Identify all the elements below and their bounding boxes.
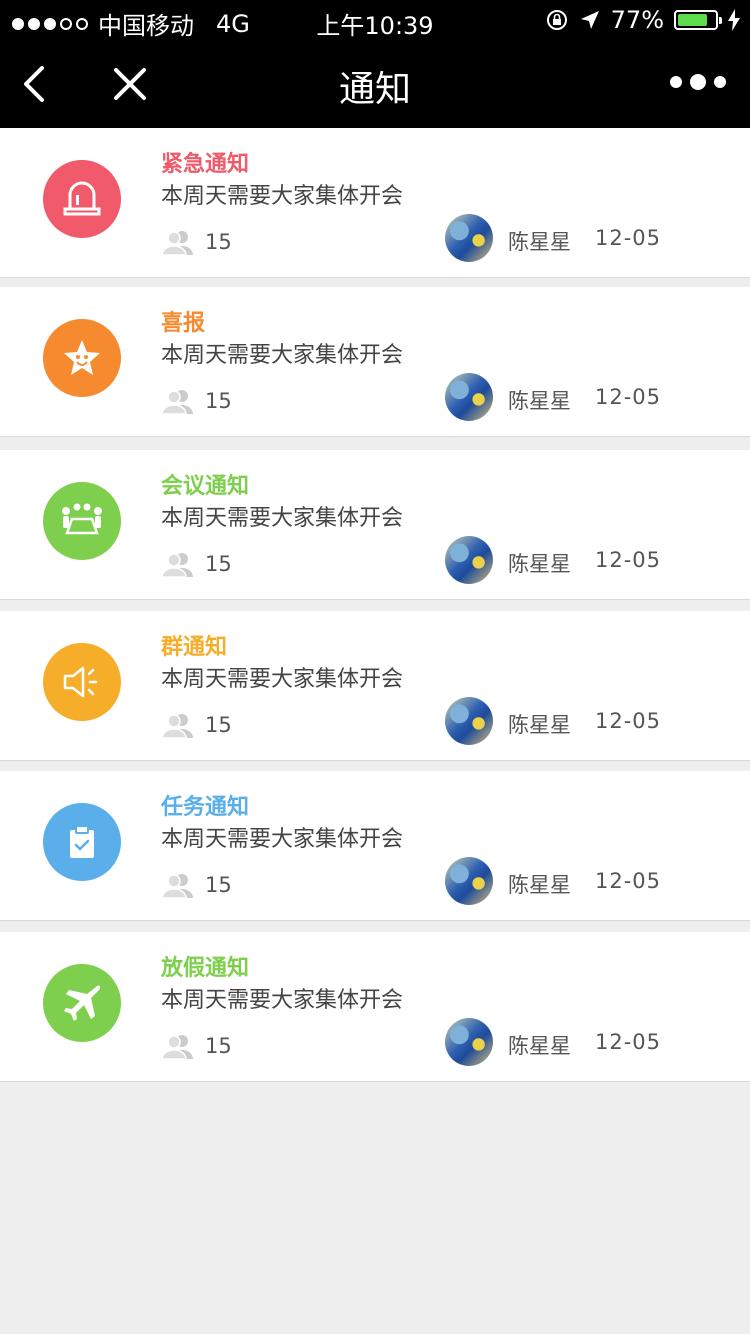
recipient-count: 15 [205, 713, 232, 737]
notification-date: 12-05 [595, 385, 662, 409]
notification-date: 12-05 [595, 1030, 662, 1054]
avatar [445, 1018, 493, 1066]
sender-name: 陈星星 [508, 389, 571, 413]
notification-date: 12-05 [595, 709, 662, 733]
list-item[interactable]: 群通知 本周天需要大家集体开会 15 陈星星 12-05 [0, 611, 750, 761]
sender-name: 陈星星 [508, 713, 571, 737]
star-face-icon [43, 319, 121, 397]
notification-body: 本周天需要大家集体开会 [161, 988, 404, 1013]
speaker-icon [43, 643, 121, 721]
notification-title: 会议通知 [161, 474, 250, 499]
notification-body: 本周天需要大家集体开会 [161, 343, 404, 368]
sender-name: 陈星星 [508, 552, 571, 576]
list-item[interactable]: 喜报 本周天需要大家集体开会 15 陈星星 12-05 [0, 287, 750, 437]
people-icon [161, 714, 193, 738]
navigation-bar: 通知 [0, 40, 750, 128]
notification-body: 本周天需要大家集体开会 [161, 827, 404, 852]
avatar [445, 697, 493, 745]
recipient-count: 15 [205, 230, 232, 254]
notification-body: 本周天需要大家集体开会 [161, 184, 404, 209]
notification-date: 12-05 [595, 869, 662, 893]
notification-title: 喜报 [161, 311, 206, 336]
notification-body: 本周天需要大家集体开会 [161, 667, 404, 692]
page-title: 通知 [338, 69, 411, 110]
recipient-count: 15 [205, 389, 232, 413]
battery-percent: 77% [610, 6, 664, 34]
notification-title: 任务通知 [161, 795, 250, 820]
people-icon [161, 390, 193, 414]
avatar [445, 536, 493, 584]
recipient-count: 15 [205, 552, 232, 576]
avatar [445, 857, 493, 905]
list-item[interactable]: 紧急通知 本周天需要大家集体开会 15 陈星星 12-05 [0, 128, 750, 278]
people-icon [161, 553, 193, 577]
sender-name: 陈星星 [508, 873, 571, 897]
notification-date: 12-05 [595, 548, 662, 572]
notification-title: 紧急通知 [161, 152, 250, 177]
recipient-count: 15 [205, 873, 232, 897]
avatar [445, 214, 493, 262]
notification-title: 群通知 [161, 635, 228, 660]
notification-date: 12-05 [595, 226, 662, 250]
battery-icon [674, 10, 722, 30]
recipient-count: 15 [205, 1034, 232, 1058]
alarm-light-icon [43, 160, 121, 238]
sender-name: 陈星星 [508, 230, 571, 254]
list-item[interactable]: 放假通知 本周天需要大家集体开会 15 陈星星 12-05 [0, 932, 750, 1082]
more-options-icon[interactable] [670, 74, 726, 90]
people-icon [161, 874, 193, 898]
clipboard-check-icon [43, 803, 121, 881]
airplane-icon [43, 964, 121, 1042]
notification-title: 放假通知 [161, 956, 250, 981]
rotation-lock-icon [546, 10, 567, 30]
list-item[interactable]: 会议通知 本周天需要大家集体开会 15 陈星星 12-05 [0, 450, 750, 600]
people-icon [161, 1035, 193, 1059]
meeting-table-icon [43, 482, 121, 560]
notification-body: 本周天需要大家集体开会 [161, 506, 404, 531]
location-arrow-icon [580, 11, 599, 29]
list-item[interactable]: 任务通知 本周天需要大家集体开会 15 陈星星 12-05 [0, 771, 750, 921]
charging-bolt-icon [728, 9, 740, 31]
people-icon [161, 231, 193, 255]
avatar [445, 373, 493, 421]
status-bar: 中国移动 4G 上午10:39 77% [0, 0, 750, 40]
sender-name: 陈星星 [508, 1034, 571, 1058]
